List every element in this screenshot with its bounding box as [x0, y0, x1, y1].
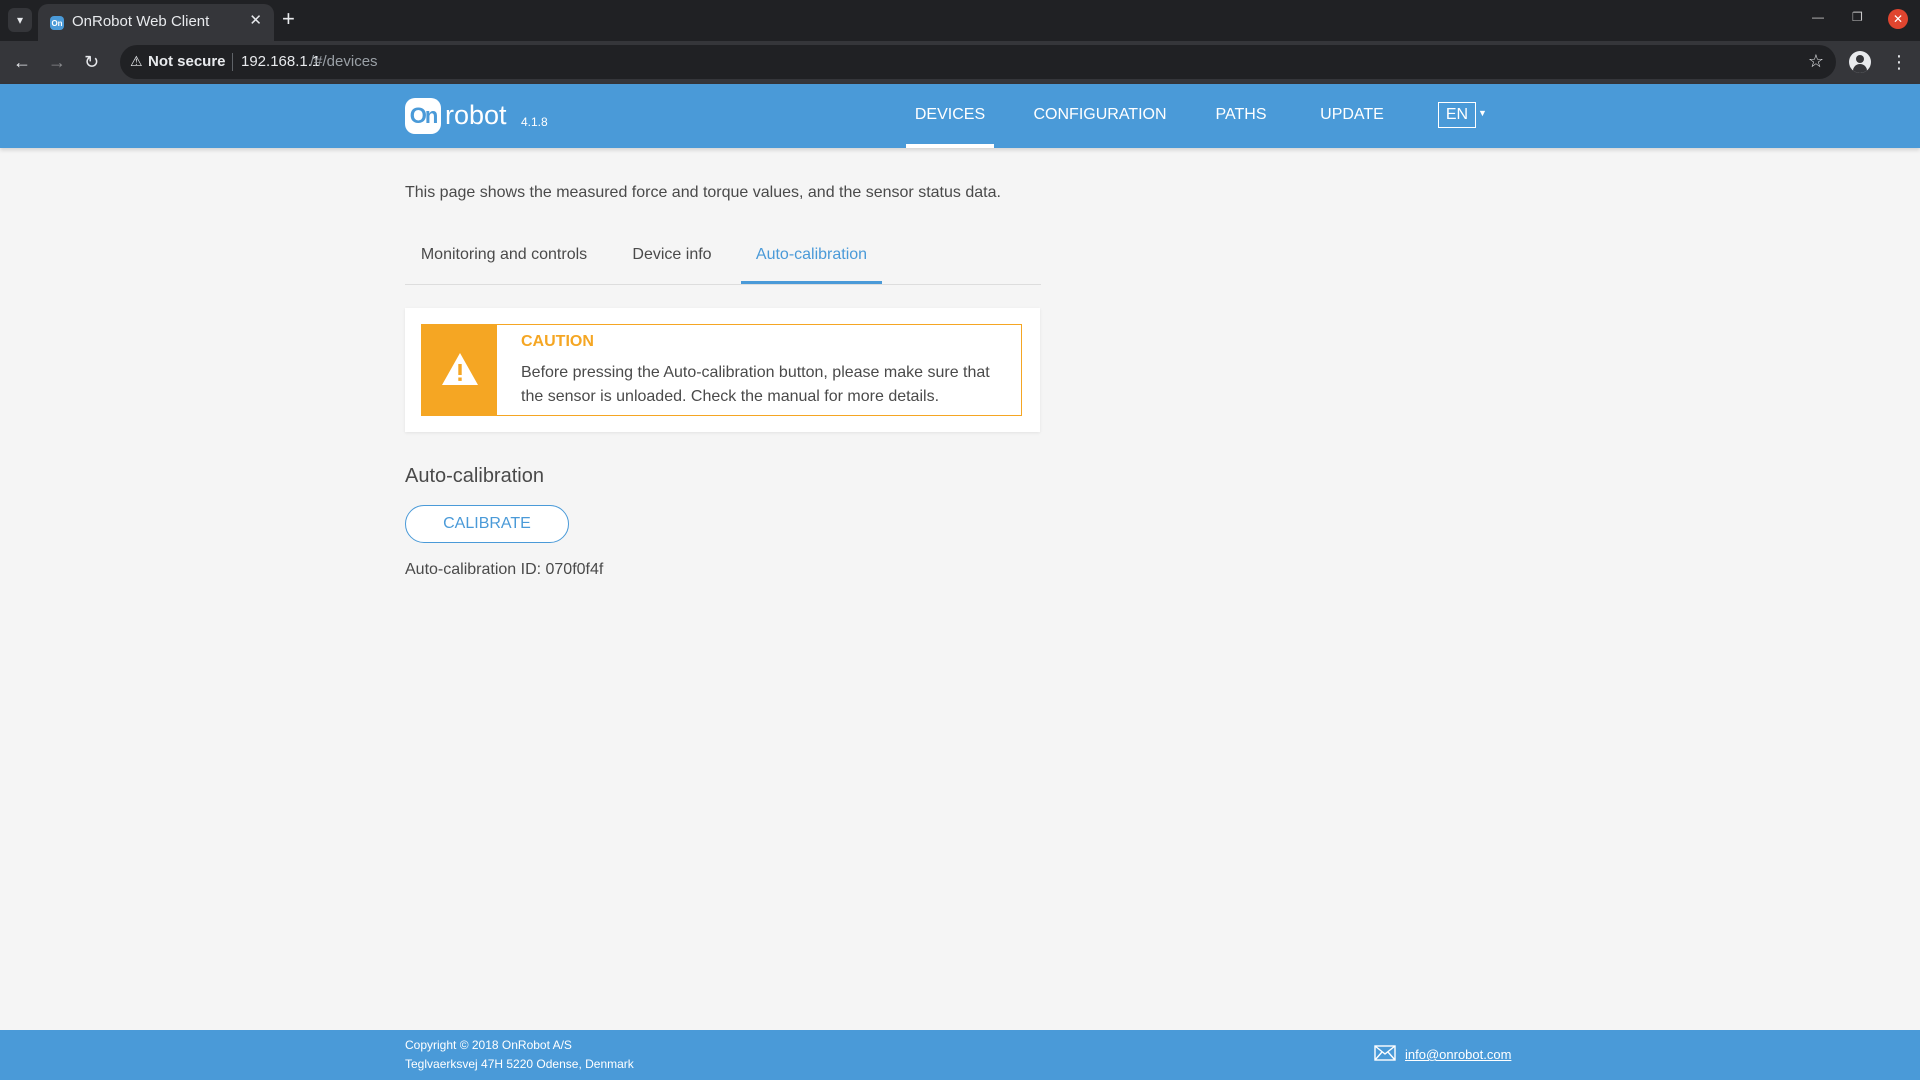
- version-label: 4.1.8: [521, 115, 548, 129]
- reload-icon[interactable]: ↻: [84, 51, 99, 73]
- email-link[interactable]: info@onrobot.com: [1405, 1047, 1511, 1062]
- restore-icon[interactable]: ❐: [1852, 10, 1863, 24]
- window-close-icon[interactable]: ✕: [1888, 9, 1908, 29]
- back-arrow-icon[interactable]: ←: [13, 51, 31, 73]
- calibration-id: Auto-calibration ID: 070f0f4f: [405, 561, 604, 578]
- close-icon[interactable]: ✕: [249, 12, 262, 30]
- caution-box: CAUTION Before pressing the Auto-calibra…: [421, 324, 1022, 416]
- forward-arrow-icon[interactable]: →: [48, 51, 66, 73]
- page-tabs: Monitoring and controls Device info Auto…: [405, 238, 1041, 285]
- minimize-icon[interactable]: —: [1812, 10, 1824, 24]
- caution-stripe: [422, 325, 497, 415]
- chevron-down-icon[interactable]: ▾: [8, 8, 32, 32]
- nav-devices[interactable]: DEVICES: [906, 84, 994, 148]
- footer-address: Teglvaerksvej 47H 5220 Odense, Denmark: [405, 1057, 634, 1071]
- app-header: On robot 4.1.8 DEVICES CONFIGURATION PAT…: [0, 84, 1920, 148]
- caret-down-icon[interactable]: ▼: [1478, 108, 1487, 118]
- language-selector[interactable]: EN: [1438, 102, 1476, 128]
- tab-title: OnRobot Web Client: [72, 13, 210, 30]
- nav-update[interactable]: UPDATE: [1312, 84, 1392, 148]
- calibrate-button[interactable]: CALIBRATE: [405, 505, 569, 543]
- warning-triangle-icon: [442, 353, 478, 385]
- url-path[interactable]: /#/devices: [310, 53, 378, 70]
- footer: Copyright © 2018 OnRobot A/S Teglvaerksv…: [0, 1030, 1920, 1080]
- browser-tab-strip: ▾ On OnRobot Web Client ✕ + — ❐ ✕: [0, 0, 1920, 41]
- profile-icon[interactable]: [1849, 51, 1871, 73]
- omnibox-divider: [232, 53, 233, 71]
- onrobot-logo-text[interactable]: robot: [445, 100, 507, 131]
- onrobot-logo-mark[interactable]: On: [405, 98, 441, 134]
- tab-auto-calibration[interactable]: Auto-calibration: [741, 238, 882, 284]
- caution-text: Before pressing the Auto-calibration but…: [521, 364, 990, 405]
- page-intro: This page shows the measured force and t…: [405, 184, 1001, 201]
- security-label[interactable]: Not secure: [148, 53, 226, 70]
- kebab-menu-icon[interactable]: ⋮: [1890, 51, 1908, 73]
- plus-icon[interactable]: +: [282, 8, 295, 30]
- address-bar[interactable]: ⚠ Not secure 192.168.1.1 /#/devices ☆: [120, 45, 1836, 79]
- mail-icon: [1374, 1045, 1396, 1061]
- url-host[interactable]: 192.168.1.1: [241, 53, 320, 70]
- browser-toolbar: ← → ↻ ⚠ Not secure 192.168.1.1 /#/device…: [0, 41, 1920, 84]
- caution-title: CAUTION: [521, 333, 594, 350]
- nav-configuration[interactable]: CONFIGURATION: [1030, 84, 1170, 148]
- warning-triangle-icon[interactable]: ⚠: [130, 53, 143, 70]
- nav-paths[interactable]: PATHS: [1208, 84, 1274, 148]
- tab-device-info[interactable]: Device info: [624, 238, 720, 284]
- tab-monitoring-and-controls[interactable]: Monitoring and controls: [405, 238, 603, 284]
- footer-copyright: Copyright © 2018 OnRobot A/S: [405, 1038, 572, 1052]
- browser-tab[interactable]: On OnRobot Web Client ✕: [38, 4, 274, 41]
- caution-card: CAUTION Before pressing the Auto-calibra…: [405, 308, 1040, 432]
- star-icon[interactable]: ☆: [1808, 51, 1824, 72]
- section-title: Auto-calibration: [405, 465, 544, 487]
- onrobot-favicon: On: [50, 16, 64, 30]
